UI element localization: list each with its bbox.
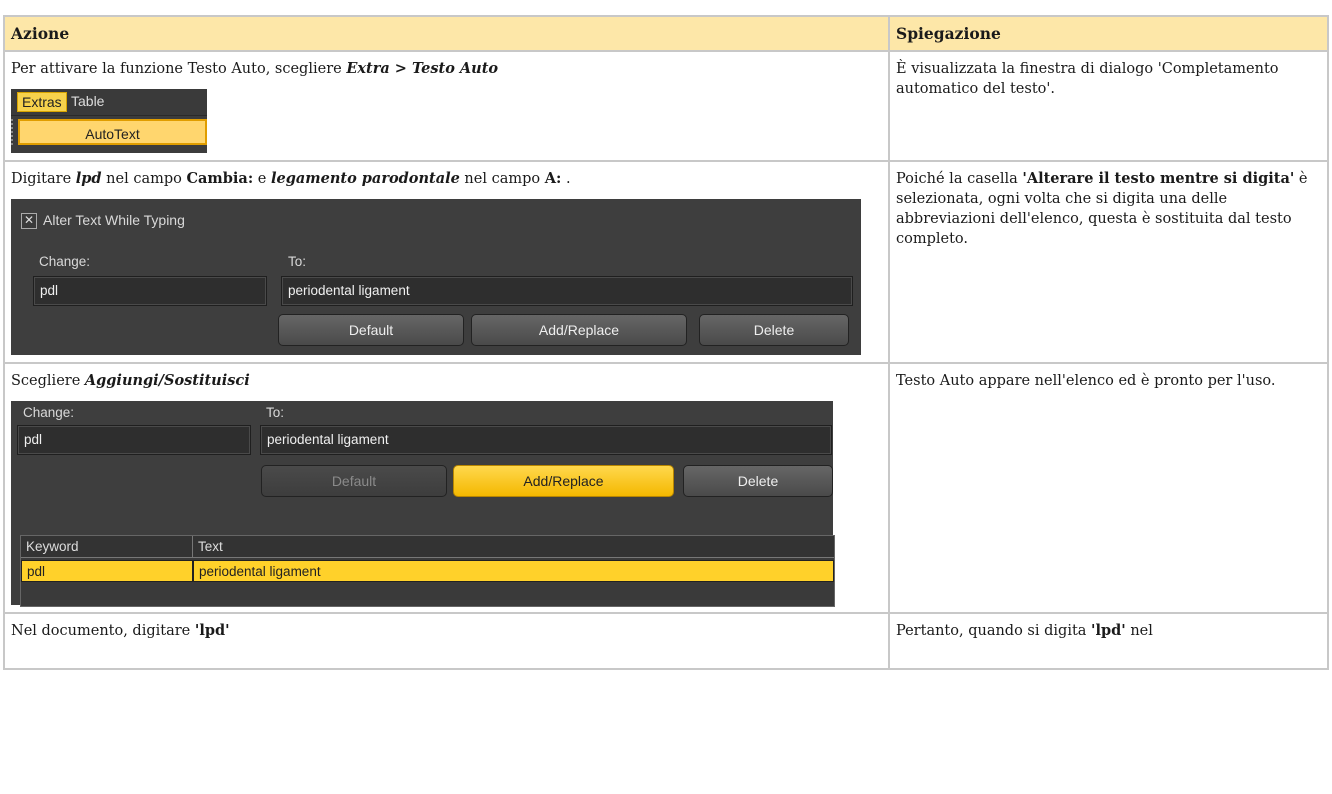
action-cell: Digitare lpd nel campo Cambia: e legamen… [3, 160, 890, 364]
to-field[interactable]: periodental ligament [260, 425, 832, 455]
action-text-part: nel campo [101, 171, 187, 187]
action-text-part: Per attivare la funzione Testo Auto, sce… [11, 61, 347, 77]
explain-text: È visualizzata la finestra di dialogo 'C… [896, 61, 1279, 97]
menu-path: Extra > Testo Auto [346, 60, 499, 77]
instruction-table: Azione Spiegazione Per attivare la funzi… [3, 15, 1329, 670]
to-label: To: [288, 254, 307, 269]
action-cell: Per attivare la funzione Testo Auto, sce… [3, 50, 890, 162]
default-button[interactable]: Default [278, 314, 464, 346]
explain-cell: È visualizzata la finestra di dialogo 'C… [888, 50, 1329, 162]
change-label: Change: [23, 405, 75, 420]
action-text-part: nel campo [459, 171, 545, 187]
alter-text-label: Alter Text While Typing [43, 212, 185, 228]
menu-screenshot: Extras Table AutoText [11, 89, 207, 153]
button-name-emphasis: Aggiungi/Sostituisci [84, 372, 250, 389]
menu-bar: Extras Table [11, 89, 207, 116]
header-spiegazione: Spiegazione [888, 15, 1329, 52]
action-text: Nel documento, digitare 'lpd' [11, 621, 882, 641]
explain-text-part: Pertanto, quando si digita [896, 623, 1092, 639]
explain-text: Poiché la casella 'Alterare il testo men… [896, 169, 1321, 249]
autotext-dialog-screenshot: ✕ Alter Text While Typing Change: To: pd… [11, 199, 861, 355]
explain-text: Testo Auto appare nell'elenco ed è pront… [896, 373, 1276, 389]
keyword-emphasis: 'lpd' [194, 622, 230, 639]
alter-text-checkbox[interactable]: ✕ [21, 213, 37, 229]
add-replace-button[interactable]: Add/Replace [453, 465, 674, 497]
explain-cell: Poiché la casella 'Alterare il testo men… [888, 160, 1329, 364]
autotext-grid: Keyword Text pdl periodental ligament [20, 535, 835, 607]
explain-cell: Testo Auto appare nell'elenco ed è pront… [888, 362, 1329, 614]
table-row: Per attivare la funzione Testo Auto, sce… [3, 50, 1329, 162]
action-text-part: Nel documento, digitare [11, 623, 195, 639]
keyword-emphasis: lpd [75, 170, 102, 187]
field-name-to: A: [544, 170, 562, 187]
action-text: Scegliere Aggiungi/Sostituisci [11, 371, 882, 391]
column-header-keyword[interactable]: Keyword [21, 536, 193, 558]
change-field[interactable]: pdl [33, 276, 267, 306]
table-row: Nel documento, digitare 'lpd' Pertanto, … [3, 612, 1329, 670]
table-row: Scegliere Aggiungi/Sostituisci Change: T… [3, 362, 1329, 614]
action-text-part: . [561, 171, 571, 187]
explain-text-part: Poiché la casella [896, 171, 1023, 187]
change-label: Change: [39, 254, 91, 269]
delete-button[interactable]: Delete [699, 314, 849, 346]
checkbox-name-emphasis: 'Alterare il testo mentre si digita' [1022, 170, 1295, 187]
action-text-part: Digitare [11, 171, 76, 187]
menu-separator [11, 119, 16, 145]
change-field[interactable]: pdl [17, 425, 251, 455]
action-text: Digitare lpd nel campo Cambia: e legamen… [11, 169, 882, 189]
delete-button[interactable]: Delete [683, 465, 833, 497]
grid-cell-keyword[interactable]: pdl [21, 560, 193, 582]
action-text-part: e [253, 171, 271, 187]
menu-item-autotext[interactable]: AutoText [18, 119, 207, 145]
table-row: Digitare lpd nel campo Cambia: e legamen… [3, 160, 1329, 364]
menu-extras[interactable]: Extras [17, 92, 67, 112]
default-button[interactable]: Default [261, 465, 447, 497]
to-field[interactable]: periodental ligament [281, 276, 853, 306]
action-cell: Nel documento, digitare 'lpd' [3, 612, 890, 670]
field-name-change: Cambia: [186, 170, 254, 187]
action-text-part: Scegliere [11, 373, 85, 389]
action-text: Per attivare la funzione Testo Auto, sce… [11, 59, 882, 79]
table-header-row: Azione Spiegazione [3, 15, 1329, 52]
add-replace-button[interactable]: Add/Replace [471, 314, 687, 346]
menu-table[interactable]: Table [71, 93, 104, 109]
keyword-emphasis: 'lpd' [1091, 622, 1126, 639]
column-header-text[interactable]: Text [193, 536, 834, 558]
action-cell: Scegliere Aggiungi/Sostituisci Change: T… [3, 362, 890, 614]
explain-text: Pertanto, quando si digita 'lpd' nel [896, 621, 1321, 641]
explain-text-part: nel [1125, 623, 1153, 639]
header-azione: Azione [3, 15, 890, 52]
to-label: To: [266, 405, 285, 420]
grid-cell-text[interactable]: periodental ligament [193, 560, 834, 582]
autotext-list-screenshot: Change: To: pdl periodental ligament Def… [11, 401, 835, 607]
explain-cell: Pertanto, quando si digita 'lpd' nel [888, 612, 1329, 670]
full-text-emphasis: legamento parodontale [271, 170, 460, 187]
